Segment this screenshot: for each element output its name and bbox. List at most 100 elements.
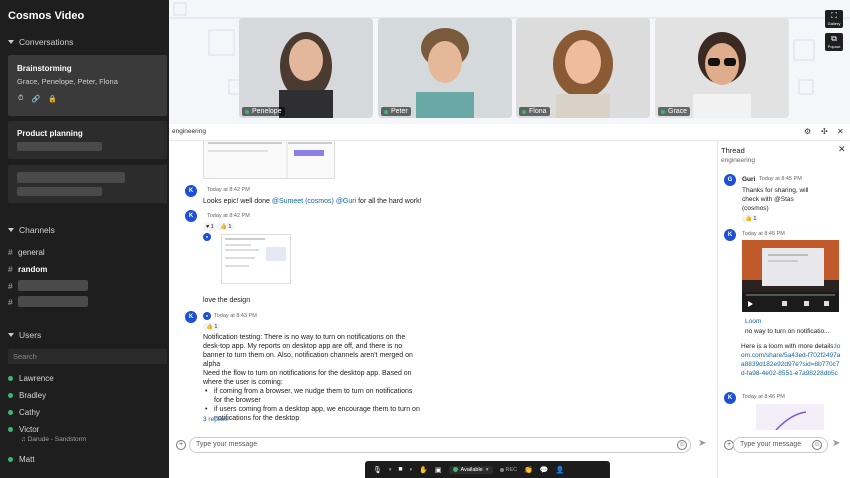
loom-label[interactable]: Loom xyxy=(745,317,761,326)
loom-title[interactable]: no way to turn on notificatio... xyxy=(745,327,830,336)
availability-status[interactable]: Available ▾ xyxy=(448,465,493,474)
message-text: Notification testing: There is no way to… xyxy=(203,334,420,422)
music-icon: ♫ xyxy=(21,436,26,443)
online-status-icon xyxy=(8,427,13,432)
timestamp[interactable]: Today at 8:46 PM xyxy=(742,394,785,400)
chat-icon[interactable]: 💬 xyxy=(540,466,549,474)
avatar[interactable]: G xyxy=(724,174,736,186)
record-button[interactable]: REC xyxy=(499,467,517,473)
participant-video xyxy=(239,18,373,118)
avatar[interactable]: K xyxy=(724,392,736,404)
message-text: Thanks for sharing, will check with @Sta… xyxy=(742,187,809,212)
raise-hand-icon[interactable]: ✋ xyxy=(419,466,428,474)
screenshot-thumbnail xyxy=(222,235,290,283)
call-toolbar: 🎙 ▾ ■ ▾ ✋ ▣ Available ▾ REC 👏 💬 👤 xyxy=(365,461,610,478)
timestamp[interactable]: Today at 8:45 PM xyxy=(759,176,802,182)
gear-icon[interactable]: ⚙ xyxy=(804,127,811,136)
add-user-icon[interactable]: 👤 xyxy=(556,466,565,474)
online-status-icon xyxy=(8,376,13,381)
gallery-button[interactable]: ⛶ Gallery xyxy=(825,10,843,28)
mention-link[interactable]: @Sumeet (cosmos) xyxy=(272,198,334,205)
microphone-icon[interactable]: 🎙 xyxy=(373,466,382,474)
send-icon[interactable]: ➤ xyxy=(698,438,706,449)
replies-link[interactable]: 3 replies xyxy=(203,416,228,423)
mention-link[interactable]: @Guri xyxy=(336,198,356,205)
user-cathy[interactable]: Cathy xyxy=(8,408,40,417)
send-icon[interactable]: ➤ xyxy=(832,438,840,449)
user-matt[interactable]: Matt xyxy=(8,455,35,464)
avatar[interactable]: K xyxy=(185,185,197,197)
reaction-thumbs-up[interactable]: 👍 1 xyxy=(203,323,221,331)
add-icon[interactable]: + xyxy=(176,440,186,450)
skeleton-line xyxy=(17,142,102,151)
user-victor[interactable]: Victor xyxy=(8,425,39,434)
lock-icon[interactable]: 🔒 xyxy=(48,95,57,103)
users-header[interactable]: Users xyxy=(8,330,41,340)
attachment-image[interactable] xyxy=(221,234,291,284)
online-status-icon xyxy=(8,457,13,462)
channel-general[interactable]: # general xyxy=(8,247,45,257)
message-input[interactable]: Type your message xyxy=(189,437,691,453)
author-name[interactable]: Guri xyxy=(742,175,755,184)
conversation-product-planning[interactable]: Product planning xyxy=(8,121,167,159)
screenshot-thumbnail xyxy=(204,141,334,178)
collapse-icon[interactable]: ✣ xyxy=(821,127,828,136)
reaction-thumbs-up[interactable]: 👍 1 xyxy=(217,223,235,231)
caret-down-icon xyxy=(8,228,14,232)
caret-down-icon xyxy=(8,333,14,337)
thread-panel: Thread engineering ✕ G Guri Today at 8:4… xyxy=(717,141,850,478)
loom-video-player[interactable] xyxy=(742,240,839,312)
channels-header[interactable]: Channels xyxy=(8,225,55,235)
message-text: Looks epic! well done @Sumeet (cosmos) @… xyxy=(203,198,422,205)
reaction-icon[interactable]: 👏 xyxy=(524,466,533,474)
channel-random[interactable]: # random xyxy=(8,264,47,274)
avatar[interactable]: K xyxy=(724,229,736,241)
chevron-down-icon[interactable]: ▾ xyxy=(389,467,392,473)
video-tile-penelope[interactable]: Penelope xyxy=(239,18,373,118)
sidebar: Cosmos Video Conversations Brainstorming… xyxy=(0,0,169,478)
chevron-down-icon[interactable]: ▾ xyxy=(410,467,413,473)
conversation-brainstorming[interactable]: Brainstorming Grace, Penelope, Peter, Fl… xyxy=(8,55,167,116)
skeleton-line xyxy=(17,187,102,196)
timestamp[interactable]: Today at 8:43 PM xyxy=(214,313,257,319)
participant-label: Penelope xyxy=(242,107,285,116)
hash-icon: # xyxy=(8,247,13,257)
user-lawrence[interactable]: Lawrence xyxy=(8,374,54,383)
avatar[interactable]: K xyxy=(185,311,197,323)
timestamp[interactable]: Today at 8:45 PM xyxy=(742,231,785,237)
close-icon[interactable]: ✕ xyxy=(837,127,844,136)
thread-title: Thread xyxy=(721,146,745,155)
participant-label: Grace xyxy=(658,107,691,116)
online-status-icon xyxy=(8,393,13,398)
timer-icon[interactable]: ⏱ xyxy=(18,95,23,103)
attachment-image[interactable] xyxy=(203,141,335,179)
channel-placeholder[interactable]: # xyxy=(8,280,88,291)
video-tile-grace[interactable]: Grace xyxy=(655,18,789,118)
link-icon[interactable]: 🔗 xyxy=(31,95,40,103)
timestamp[interactable]: Today at 8:42 PM xyxy=(207,213,250,219)
emoji-icon[interactable]: ☺ xyxy=(677,440,687,450)
screen-share-icon[interactable]: ▣ xyxy=(435,466,442,474)
chevron-down-icon: ▾ xyxy=(485,466,489,473)
video-tile-peter[interactable]: Peter xyxy=(378,18,512,118)
emoji-icon[interactable]: ☺ xyxy=(812,440,822,450)
timestamp[interactable]: Today at 8:42 PM xyxy=(207,187,250,193)
user-bradley[interactable]: Bradley xyxy=(8,391,46,400)
avatar[interactable]: K xyxy=(185,210,197,222)
user-search-input[interactable]: Search xyxy=(8,349,167,364)
reaction-thumbs-up[interactable]: 👍 1 xyxy=(742,215,760,223)
channel-placeholder[interactable]: # xyxy=(8,296,88,307)
participant-video xyxy=(516,18,650,118)
participant-video xyxy=(655,18,789,118)
record-icon xyxy=(499,467,504,472)
video-tile-flona[interactable]: Flona xyxy=(516,18,650,118)
close-thread-icon[interactable]: ✕ xyxy=(838,144,846,155)
gallery-icon: ⛶ xyxy=(831,11,837,20)
conversations-header[interactable]: Conversations xyxy=(8,37,73,47)
hash-icon: # xyxy=(8,296,13,307)
reaction-heart[interactable]: ♥ 1 xyxy=(203,223,217,231)
conversation-placeholder[interactable] xyxy=(8,165,167,203)
attachment-image[interactable] xyxy=(756,404,824,431)
popout-button[interactable]: ⧉ Popout xyxy=(825,33,843,51)
camera-icon[interactable]: ■ xyxy=(398,466,402,473)
